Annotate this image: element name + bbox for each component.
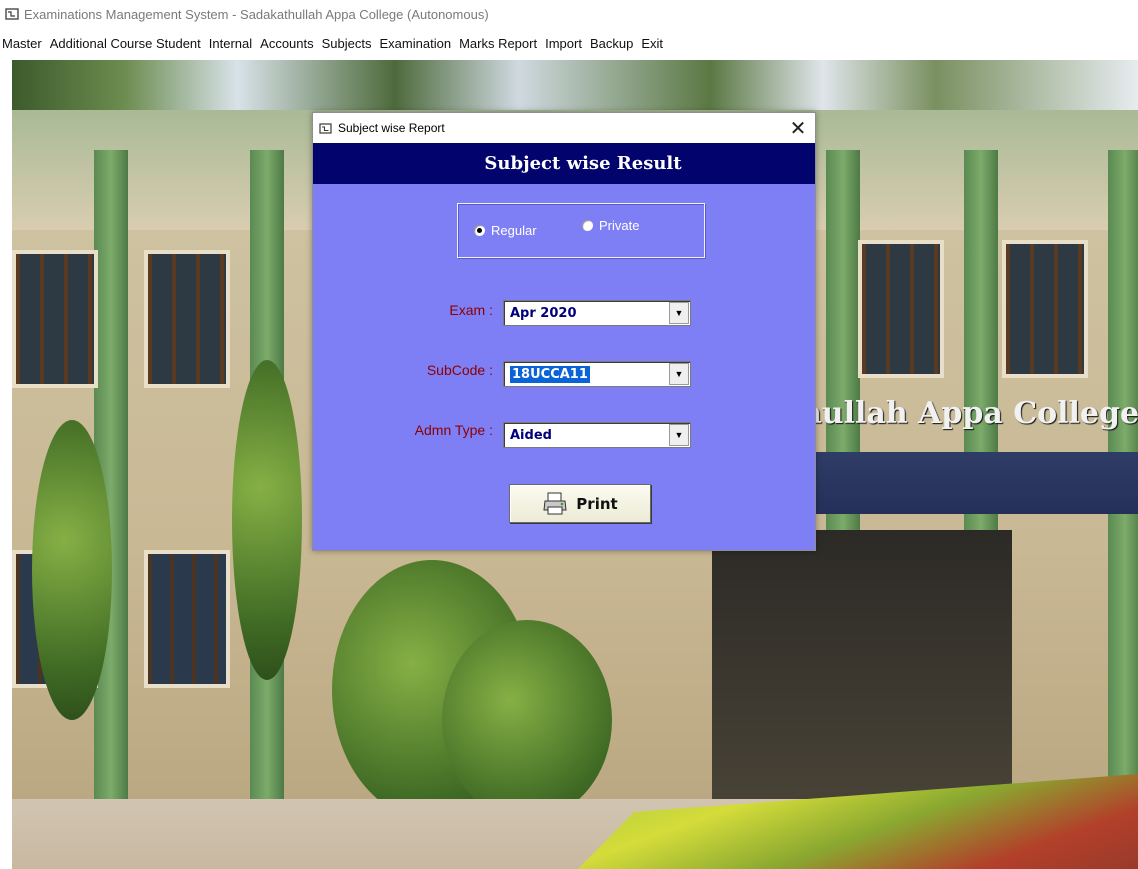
chevron-down-icon[interactable]: ▼: [669, 302, 689, 324]
menu-bar: Master Additional Course Student Interna…: [0, 32, 1138, 54]
print-button[interactable]: Print: [509, 484, 651, 523]
print-label: Print: [576, 494, 618, 513]
student-type-frame: Regular Private: [457, 203, 705, 258]
subject-wise-report-dialog: Subject wise Report ✕ Subject wise Resul…: [312, 112, 816, 551]
radio-regular[interactable]: Regular: [474, 223, 537, 238]
exam-value: Apr 2020: [510, 305, 577, 321]
menu-import[interactable]: Import: [541, 34, 586, 53]
menu-master[interactable]: Master: [0, 34, 46, 53]
subcode-value-wrapper: 18UCCA11: [504, 365, 669, 383]
palm-tree: [232, 360, 302, 680]
building-window: [144, 550, 230, 688]
exam-dropdown[interactable]: Apr 2020 ▼: [503, 300, 691, 326]
admn-type-dropdown[interactable]: Aided ▼: [503, 422, 691, 448]
building-window: [1002, 240, 1088, 378]
tree-shrub: [442, 620, 612, 820]
subcode-value: 18UCCA11: [510, 365, 590, 383]
menu-additional-course-student[interactable]: Additional Course Student: [46, 34, 205, 53]
exam-label: Exam :: [449, 302, 493, 318]
menu-exit[interactable]: Exit: [637, 34, 667, 53]
menu-accounts[interactable]: Accounts: [256, 34, 317, 53]
close-icon[interactable]: ✕: [781, 113, 815, 143]
subcode-label: SubCode :: [426, 362, 493, 378]
chevron-down-icon[interactable]: ▼: [669, 424, 689, 446]
college-name-sign: hullah Appa College: [800, 396, 1138, 431]
menu-subjects[interactable]: Subjects: [318, 34, 376, 53]
menu-examination[interactable]: Examination: [376, 34, 456, 53]
menu-marks-report[interactable]: Marks Report: [455, 34, 541, 53]
palm-tree: [32, 420, 112, 720]
admn-type-label: Admn Type :: [414, 422, 493, 438]
building-window: [144, 250, 230, 388]
radio-button-checked[interactable]: [474, 225, 485, 236]
app-icon: [319, 122, 332, 135]
app-title: Examinations Management System - Sadakat…: [24, 6, 489, 22]
dialog-header: Subject wise Result: [313, 143, 815, 184]
chevron-down-icon[interactable]: ▼: [669, 363, 689, 385]
menu-backup[interactable]: Backup: [586, 34, 637, 53]
radio-private-label: Private: [599, 218, 640, 233]
app-titlebar: Examinations Management System - Sadakat…: [0, 0, 1138, 28]
dialog-title: Subject wise Report: [338, 121, 445, 135]
app-icon: [5, 7, 19, 21]
building-window: [12, 250, 98, 388]
menu-internal[interactable]: Internal: [205, 34, 256, 53]
radio-button-unchecked[interactable]: [582, 220, 593, 231]
building-entrance: [712, 530, 1012, 830]
college-banner: [808, 452, 1138, 514]
admn-type-value: Aided: [510, 427, 552, 443]
printer-icon: [542, 492, 568, 516]
subcode-dropdown[interactable]: 18UCCA11 ▼: [503, 361, 691, 387]
dialog-titlebar: Subject wise Report ✕: [313, 113, 815, 143]
building-window: [858, 240, 944, 378]
radio-private[interactable]: Private: [582, 218, 639, 233]
radio-regular-label: Regular: [491, 223, 537, 238]
background-trees: [12, 60, 1138, 115]
